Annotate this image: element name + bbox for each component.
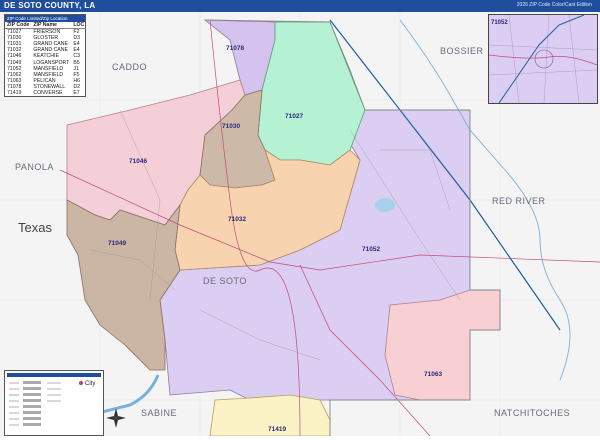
map-frame: DE SOTO COUNTY, LA 2026 ZIP Code Color/C… bbox=[0, 0, 600, 436]
zip-label-71046: 71046 bbox=[129, 158, 147, 165]
county-label-panola: PANOLA bbox=[15, 162, 54, 172]
title-bar: DE SOTO COUNTY, LA 2026 ZIP Code Color/C… bbox=[0, 0, 600, 12]
legend-col-name: ZIP Name bbox=[31, 22, 72, 30]
zip-label-71419: 71419 bbox=[268, 426, 286, 433]
county-label-de-soto: DE SOTO bbox=[203, 276, 247, 286]
zip-legend: ZIP Code Limited/Zip Location ZIP Code Z… bbox=[4, 14, 87, 98]
county-label-red-river: RED RIVER bbox=[492, 196, 546, 206]
inset-zip-label: 71052 bbox=[491, 20, 508, 26]
legend-col-zip: ZIP Code bbox=[5, 22, 32, 30]
inset-map[interactable]: 71052 bbox=[488, 14, 598, 104]
county-label-bossier: BOSSIER bbox=[440, 46, 484, 56]
map-key-svg: City bbox=[7, 373, 101, 426]
edition-label: 2026 ZIP Code Color/Cast Edition bbox=[516, 2, 592, 8]
state-label-texas: Texas bbox=[18, 220, 52, 235]
legend-row: 71027 FRIERSON F2 bbox=[5, 29, 86, 36]
legend-table: ZIP Code ZIP Name LOC 71027 FRIERSON F2 71… bbox=[5, 22, 87, 96]
zip-label-71027: 71027 bbox=[285, 113, 303, 120]
map-title: DE SOTO COUNTY, LA bbox=[4, 1, 96, 10]
legend-name: FRIERSON bbox=[33, 29, 61, 36]
legend-header-row: ZIP Code ZIP Name LOC bbox=[5, 22, 87, 30]
zip-label-71030: 71030 bbox=[222, 123, 240, 130]
legend-zip: 71027 bbox=[7, 29, 22, 36]
legend-row: 71062 MANSFIELD F5 bbox=[5, 72, 86, 78]
legend-loc: F2 bbox=[73, 29, 80, 36]
county-label-natchitoches: NATCHITOCHES bbox=[494, 408, 571, 418]
map-key-city-label: City bbox=[85, 381, 95, 387]
legend-col-loc: LOC bbox=[71, 22, 87, 30]
zip-label-71049: 71049 bbox=[108, 240, 126, 247]
legend-row: 71046 KEATCHIE C3 bbox=[5, 53, 86, 59]
lake bbox=[375, 198, 395, 212]
map-key: City bbox=[4, 370, 104, 436]
legend-name: CONVERSE bbox=[33, 90, 63, 97]
zip-area-71063[interactable] bbox=[384, 289, 501, 401]
zip-label-71078: 71078 bbox=[226, 45, 244, 52]
zip-label-71063: 71063 bbox=[424, 371, 442, 378]
zip-label-71052: 71052 bbox=[362, 246, 380, 253]
inset-svg: 71052 bbox=[489, 15, 597, 103]
legend-zip: 71419 bbox=[7, 90, 22, 97]
legend-loc: E7 bbox=[73, 90, 80, 97]
legend-name: LOGANSPORT bbox=[33, 59, 70, 66]
legend-row: 71049 LOGANSPORT B5 bbox=[5, 60, 86, 66]
legend-header: ZIP Code Limited/Zip Location bbox=[5, 15, 85, 22]
legend-row: 71419 CONVERSE E7 bbox=[5, 90, 86, 96]
county-label-sabine: SABINE bbox=[141, 408, 178, 418]
zip-label-71032: 71032 bbox=[228, 216, 246, 223]
county-label-caddo: CADDO bbox=[112, 62, 148, 72]
zip-area-71049[interactable] bbox=[66, 199, 181, 371]
legend-row: 71052 MANSFIELD J1 bbox=[5, 66, 86, 72]
